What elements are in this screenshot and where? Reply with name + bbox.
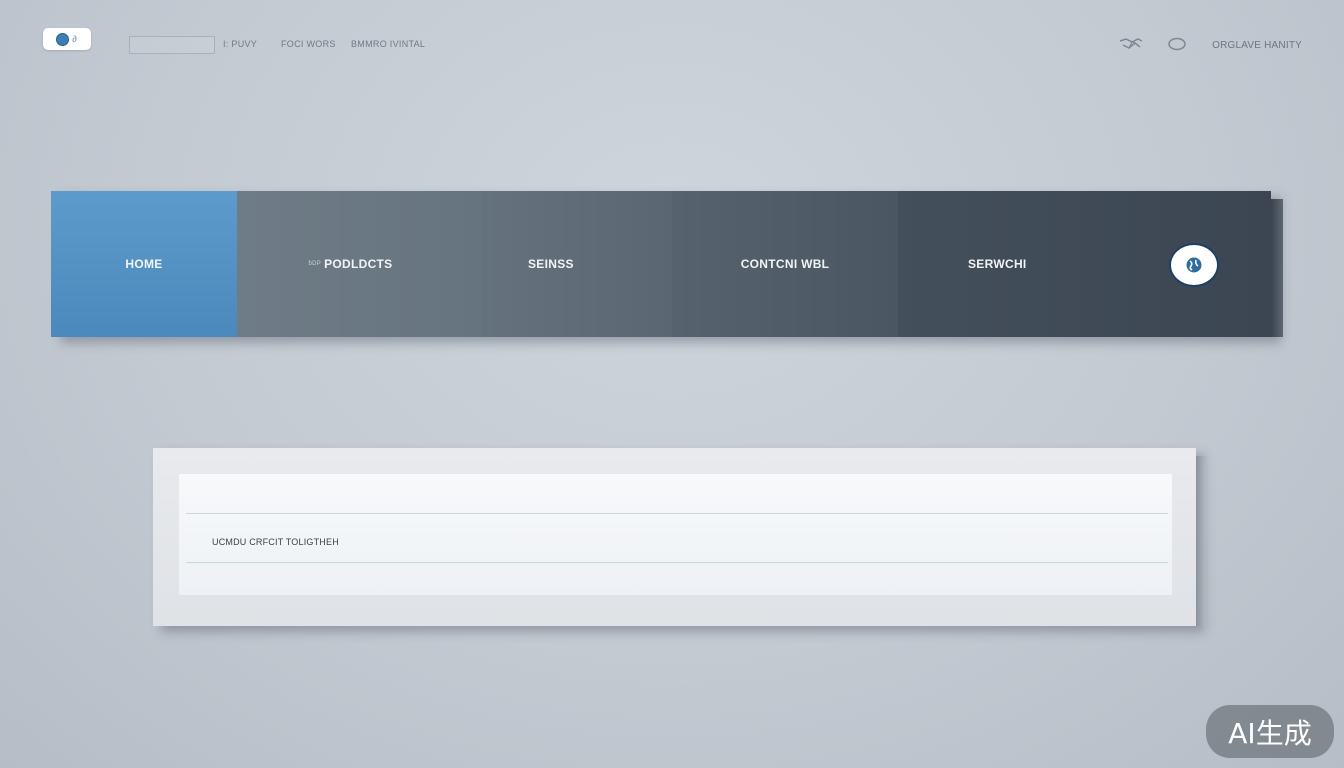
nav-item-products-label: PODLDCTS [324,257,393,271]
logo-globe-icon [56,32,70,46]
logo[interactable]: ∂ [43,28,91,50]
nav-item-search[interactable]: SERWCHI [898,191,1271,337]
header-link-2[interactable]: FOCI WORS [281,39,336,49]
globe-icon [1186,257,1202,273]
card-text: UCMDU CRFCIT TOLIGTHEH [212,537,339,547]
divider-top [186,513,1168,514]
nav-item-contact-label: CONTCNI WBL [740,257,830,271]
nav-item-services-label: SEINSS [528,257,574,271]
nav-item-contact[interactable]: CONTCNI WBL [672,191,898,337]
top-bar: ∂ I: PUVY FOCI WORS BMMRO IVINTAL ORGLAV… [0,0,1344,90]
header-link-1[interactable]: I: PUVY [223,39,257,49]
content-card: UCMDU CRFCIT TOLIGTHEH [153,448,1206,626]
nav-item-products[interactable]: ƀDP PODLDCTS [237,191,482,337]
user-circle-icon[interactable] [1167,37,1187,56]
main-navigation: HOME ƀDP PODLDCTS SEINSS CONTCNI WBL SER… [51,191,1283,337]
header-search-input[interactable] [129,36,215,54]
nav-item-home-label: HOME [125,257,163,271]
ai-generated-badge: AI生成 [1206,705,1334,758]
user-name-link[interactable]: ORGLAVE HANITY [1212,40,1302,51]
logo-mark-icon: ∂ [72,34,78,44]
header-link-3[interactable]: BMMRO IVINTAL [351,39,425,49]
nav-item-home[interactable]: HOME [51,191,237,337]
nav-item-search-label: SERWCHI [968,257,1027,271]
nav-item-services[interactable]: SEINSS [482,191,672,337]
nav-item-products-prefix: ƀDP [308,261,322,267]
handshake-icon[interactable] [1118,36,1144,57]
divider-bottom [186,562,1168,563]
card-panel: UCMDU CRFCIT TOLIGTHEH [179,474,1172,595]
search-button[interactable] [1169,243,1219,287]
